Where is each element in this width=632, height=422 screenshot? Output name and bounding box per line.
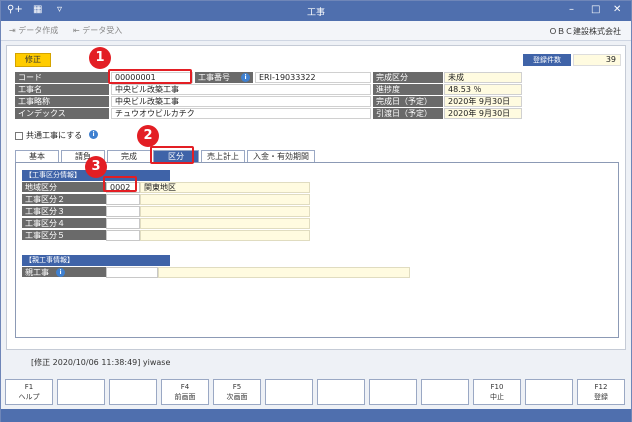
toolbar: ⇥ データ作成 ⇤ データ受入 ＯＢＣ建設株式会社 — [1, 21, 631, 41]
main-content: 修正 登録件数 39 コード 00000001 工事番号 i ERI-19033… — [6, 45, 626, 350]
short-name-field[interactable]: 中央ビル改築工事 — [111, 96, 371, 107]
minimize-icon[interactable]: – — [569, 4, 574, 15]
tab-payment[interactable]: 入金・有効期間 — [247, 150, 315, 162]
kubun-row-label: 地域区分 — [22, 182, 106, 193]
f10-cancel-button[interactable]: F10 中止 — [473, 379, 521, 405]
f12-register-button[interactable]: F12 登録 — [577, 379, 625, 405]
f2-button[interactable] — [57, 379, 105, 405]
f6-button[interactable] — [265, 379, 313, 405]
tab-sales[interactable]: 売上計上 — [201, 150, 245, 162]
koji-no-field[interactable]: ERI-19033322 — [255, 72, 371, 83]
highlight-box-kubun — [103, 176, 137, 192]
kubun-name-value: 関東地区 — [140, 182, 310, 193]
name-field[interactable]: 中央ビル改築工事 — [111, 84, 371, 95]
complete-kbn-label: 完成区分 — [373, 72, 443, 83]
kubun-code-field[interactable] — [106, 206, 140, 217]
f9-button[interactable] — [421, 379, 469, 405]
fkey-number: F10 — [490, 383, 504, 391]
callout-1: 1 — [89, 47, 111, 69]
parent-koji-name — [158, 267, 410, 278]
f4-prev-button[interactable]: F4 前画面 — [161, 379, 209, 405]
update-status: [修正 2020/10/06 11:38:49] yiwase — [31, 358, 171, 367]
parent-section-title: 【親工事情報】 — [22, 255, 170, 266]
index-field[interactable]: チュウオウビルカチク — [111, 108, 371, 119]
delivery-date-value: 2020年 9月30日 — [444, 108, 522, 119]
parent-koji-label-text: 親工事 — [25, 268, 49, 277]
data-create-label: データ作成 — [18, 26, 59, 35]
fkey-label: 登録 — [594, 393, 608, 401]
fkey-number: F1 — [24, 383, 34, 391]
fkey-number: F4 — [180, 383, 190, 391]
data-receive-button[interactable]: ⇤ データ受入 — [73, 25, 122, 36]
company-name: ＯＢＣ建設株式会社 — [549, 27, 621, 36]
info-icon[interactable]: i — [56, 268, 65, 277]
common-koji-checkbox[interactable] — [15, 131, 23, 140]
complete-date-value: 2020年 9月30日 — [444, 96, 522, 107]
fkey-number: F5 — [232, 383, 242, 391]
fkey-number: F12 — [594, 383, 608, 391]
fkey-label: ヘルプ — [18, 393, 40, 401]
index-label: インデックス — [15, 108, 109, 119]
complete-kbn-value: 未成 — [444, 72, 522, 83]
function-key-bar: F1 ヘルプ F4 前画面 F5 次画面 F10 中止 F12 登録 — [5, 379, 631, 407]
kubun-row-label: 工事区分４ — [22, 218, 106, 229]
highlight-box-code — [108, 69, 192, 84]
short-name-label: 工事略称 — [15, 96, 109, 107]
callout-3: 3 — [85, 156, 107, 178]
tab-basic[interactable]: 基本 — [15, 150, 59, 162]
status-bar — [1, 409, 631, 422]
info-icon[interactable]: i — [89, 130, 98, 139]
kubun-code-field[interactable] — [106, 194, 140, 205]
fkey-label: 次画面 — [226, 393, 248, 401]
app-window: ⚲+ ▦ ▿ 工事 – □ ✕ ⇥ データ作成 ⇤ データ受入 ＯＢＣ建設株式会… — [0, 0, 632, 422]
name-label: 工事名 — [15, 84, 109, 95]
delivery-date-label: 引渡日（予定） — [373, 108, 443, 119]
parent-koji-field[interactable] — [106, 267, 158, 278]
common-koji-label: 共通工事にする — [26, 131, 83, 140]
kubun-code-field[interactable] — [106, 218, 140, 229]
close-icon[interactable]: ✕ — [613, 4, 621, 15]
progress-label: 進捗度 — [373, 84, 443, 95]
tab-completion[interactable]: 完成 — [107, 150, 151, 162]
kubun-row-label: 工事区分２ — [22, 194, 106, 205]
count-label: 登録件数 — [523, 54, 571, 66]
fkey-label: 中止 — [490, 393, 504, 401]
kubun-name-value — [140, 218, 310, 229]
kubun-name-value — [140, 194, 310, 205]
highlight-box-tab — [150, 146, 194, 164]
kubun-row-label: 工事区分３ — [22, 206, 106, 217]
code-label: コード — [15, 72, 109, 83]
callout-2: 2 — [137, 125, 159, 147]
fkey-label: 前画面 — [174, 393, 196, 401]
f8-button[interactable] — [369, 379, 417, 405]
mode-badge: 修正 — [15, 53, 51, 67]
complete-date-label: 完成日（予定） — [373, 96, 443, 107]
f11-button[interactable] — [525, 379, 573, 405]
kubun-code-field[interactable] — [106, 230, 140, 241]
f1-help-button[interactable]: F1 ヘルプ — [5, 379, 53, 405]
maximize-icon[interactable]: □ — [591, 4, 600, 15]
f3-button[interactable] — [109, 379, 157, 405]
info-icon[interactable]: i — [241, 73, 250, 82]
koji-no-label-text: 工事番号 — [198, 73, 230, 82]
progress-value: 48.53 ％ — [444, 84, 522, 95]
kubun-name-value — [140, 230, 310, 241]
data-receive-label: データ受入 — [82, 26, 123, 35]
title-bar: ⚲+ ▦ ▿ 工事 – □ ✕ — [1, 1, 631, 21]
kubun-row-label: 工事区分５ — [22, 230, 106, 241]
common-koji-row: 共通工事にする — [15, 130, 82, 141]
data-create-button[interactable]: ⇥ データ作成 — [9, 25, 58, 36]
f5-next-button[interactable]: F5 次画面 — [213, 379, 261, 405]
f7-button[interactable] — [317, 379, 365, 405]
window-title: 工事 — [306, 8, 325, 18]
count-value: 39 — [573, 54, 621, 66]
kubun-name-value — [140, 206, 310, 217]
